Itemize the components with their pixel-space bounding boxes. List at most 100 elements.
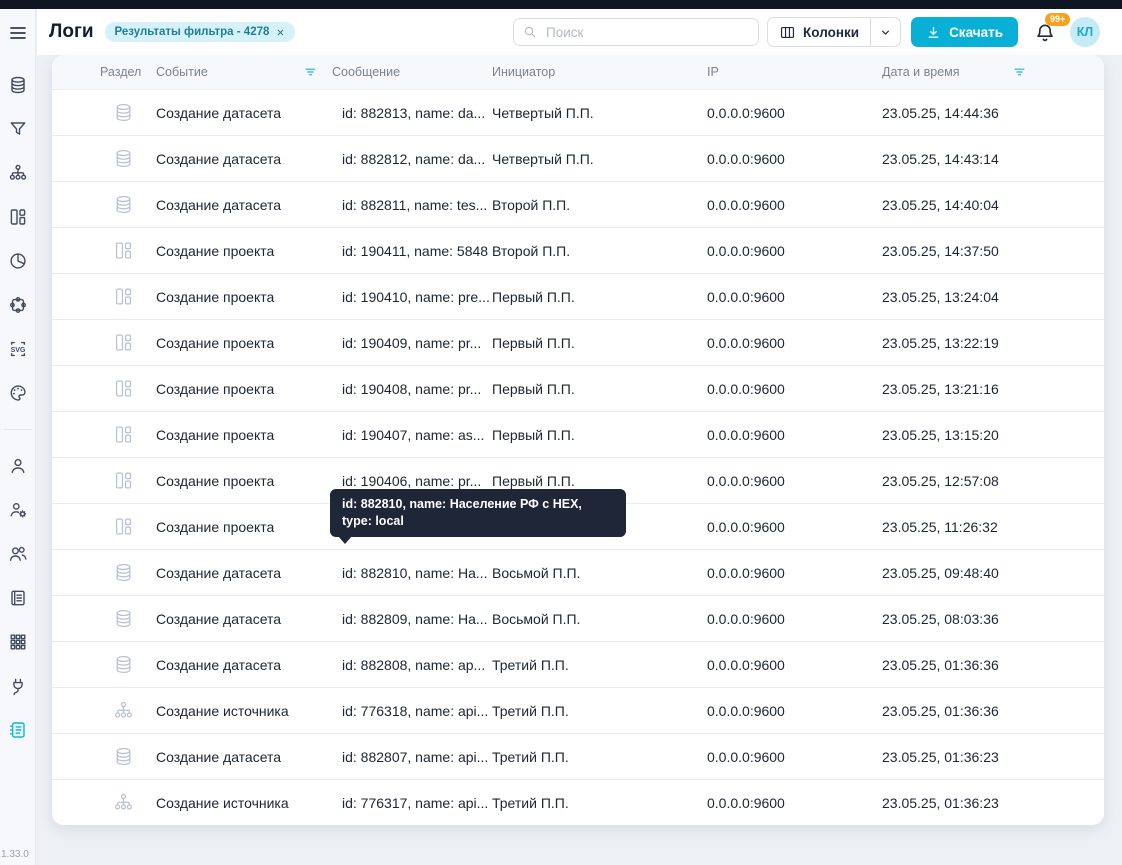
table-row[interactable]: Создание датасета id: 882813, name: da..…	[52, 90, 1104, 136]
sidebar-item-dashboard[interactable]	[8, 207, 28, 227]
datetime-cell: 23.05.25, 14:40:04	[882, 197, 1104, 213]
message-cell: id: 882813, name: da...	[332, 105, 492, 121]
section-cell	[100, 562, 156, 583]
initiator-cell: Четвертый П.П.	[492, 105, 707, 121]
table-row[interactable]: Создание источника id: 776317, name: api…	[52, 780, 1104, 825]
column-label: IP	[707, 65, 719, 79]
sidebar-item-puzzle[interactable]	[8, 295, 28, 315]
section-cell	[100, 516, 156, 537]
initiator-cell: Первый П.П.	[492, 427, 707, 443]
table-row[interactable]: Создание датасета id: 882810, name: На..…	[52, 550, 1104, 596]
message-cell: id: 882810, name: На...	[332, 565, 492, 581]
column-header-event: Событие	[156, 65, 332, 80]
section-cell	[100, 194, 156, 215]
initiator-cell: Первый П.П.	[492, 381, 707, 397]
search-icon	[523, 25, 537, 39]
ip-cell: 0.0.0.0:9600	[707, 657, 882, 673]
table-row[interactable]: Создание проекта id: 190411, name: 5848 …	[52, 228, 1104, 274]
event-cell: Создание проекта	[156, 381, 332, 397]
datetime-cell: 23.05.25, 01:36:36	[882, 703, 1104, 719]
section-cell	[100, 700, 156, 721]
project-icon	[113, 516, 134, 537]
table-row[interactable]: Создание проекта id: 190407, name: as...…	[52, 412, 1104, 458]
column-label: Инициатор	[492, 65, 555, 79]
topbar: Логи Результаты фильтра - 4278 Колонки	[37, 9, 1122, 55]
columns-button-group: Колонки	[767, 17, 901, 47]
pie-chart-icon	[8, 251, 28, 271]
sidebar-item-logs[interactable]	[8, 720, 28, 740]
filter-icon	[1012, 65, 1027, 80]
message-cell: id: 882808, name: ap...	[332, 657, 492, 673]
chip-close-button[interactable]	[276, 28, 285, 37]
project-icon	[113, 378, 134, 399]
sidebar-item-svg[interactable]: SVG	[8, 339, 28, 359]
ip-cell: 0.0.0.0:9600	[707, 151, 882, 167]
source-icon	[113, 792, 134, 813]
initiator-cell: Четвертый П.П.	[492, 151, 707, 167]
source-icon	[113, 700, 134, 721]
sidebar-divider	[4, 429, 32, 430]
sidebar-item-users[interactable]	[8, 544, 28, 564]
sidebar-item-plug[interactable]	[8, 676, 28, 696]
table-row[interactable]: Создание источника id: 776318, name: api…	[52, 688, 1104, 734]
journal-icon	[8, 588, 28, 608]
table-row[interactable]: Создание проекта id: 190409, name: pr...…	[52, 320, 1104, 366]
message-cell: id: 190408, name: pr...	[332, 381, 492, 397]
sidebar-item-palette[interactable]	[8, 383, 28, 403]
search-input[interactable]	[544, 24, 749, 41]
initiator-cell: Второй П.П.	[492, 197, 707, 213]
columns-button[interactable]: Колонки	[768, 18, 870, 46]
ip-cell: 0.0.0.0:9600	[707, 749, 882, 765]
download-button[interactable]: Скачать	[911, 17, 1018, 47]
message-cell: id: 882812, name: da...	[332, 151, 492, 167]
section-cell	[100, 746, 156, 767]
sidebar-item-user[interactable]	[8, 456, 28, 476]
app-window: SVG 1.33.0 Логи Результаты фильтра - 427…	[0, 0, 1122, 865]
columns-dropdown-button[interactable]	[870, 18, 900, 46]
datetime-cell: 23.05.25, 13:21:16	[882, 381, 1104, 397]
sidebar-item-user-gear[interactable]	[8, 500, 28, 520]
section-cell	[100, 608, 156, 629]
ip-cell: 0.0.0.0:9600	[707, 703, 882, 719]
event-cell: Создание проекта	[156, 243, 332, 259]
dataset-icon	[113, 654, 134, 675]
user-icon	[8, 456, 28, 476]
ip-cell: 0.0.0.0:9600	[707, 427, 882, 443]
table-row[interactable]: Создание датасета id: 882808, name: ap..…	[52, 642, 1104, 688]
ip-cell: 0.0.0.0:9600	[707, 289, 882, 305]
initiator-cell: Третий П.П.	[492, 703, 707, 719]
table-row[interactable]: Создание проекта id: 190408, name: pr...…	[52, 366, 1104, 412]
filter-results-chip: Результаты фильтра - 4278	[105, 22, 296, 42]
notifications-button[interactable]: 99+	[1034, 20, 1058, 44]
table-row[interactable]: Создание датасета id: 882812, name: da..…	[52, 136, 1104, 182]
sidebar-item-funnel[interactable]	[8, 119, 28, 139]
sidebar-item-database[interactable]	[8, 75, 28, 95]
table-row[interactable]: Создание датасета id: 882811, name: tes.…	[52, 182, 1104, 228]
palette-icon	[8, 383, 28, 403]
message-cell: id: 882807, name: api...	[332, 749, 492, 765]
event-cell: Создание проекта	[156, 289, 332, 305]
ip-cell: 0.0.0.0:9600	[707, 611, 882, 627]
table-row[interactable]: Создание датасета id: 882809, name: На..…	[52, 596, 1104, 642]
avatar[interactable]: КЛ	[1070, 17, 1100, 47]
filter-button[interactable]	[1012, 65, 1027, 80]
table-body: Создание датасета id: 882813, name: da..…	[52, 90, 1104, 825]
dataset-icon	[113, 102, 134, 123]
dataset-icon	[113, 148, 134, 169]
sidebar-item-grid[interactable]	[8, 632, 28, 652]
svg-text:SVG: SVG	[10, 347, 25, 354]
sidebar-item-sitemap[interactable]	[8, 163, 28, 183]
sidebar-item-pie-chart[interactable]	[8, 251, 28, 271]
initiator-cell: Третий П.П.	[492, 657, 707, 673]
column-header-section: Раздел	[100, 65, 156, 79]
table-row[interactable]: Создание датасета id: 882807, name: api.…	[52, 734, 1104, 780]
filter-button[interactable]	[303, 65, 318, 80]
initiator-cell: Первый П.П.	[492, 335, 707, 351]
database-icon	[8, 75, 28, 95]
search-box	[513, 18, 759, 46]
funnel-icon	[8, 119, 28, 139]
hamburger-menu-button[interactable]	[8, 23, 28, 43]
table-row[interactable]: Создание проекта id: 190410, name: pre..…	[52, 274, 1104, 320]
sidebar-item-journal[interactable]	[8, 588, 28, 608]
plug-icon	[8, 676, 28, 696]
